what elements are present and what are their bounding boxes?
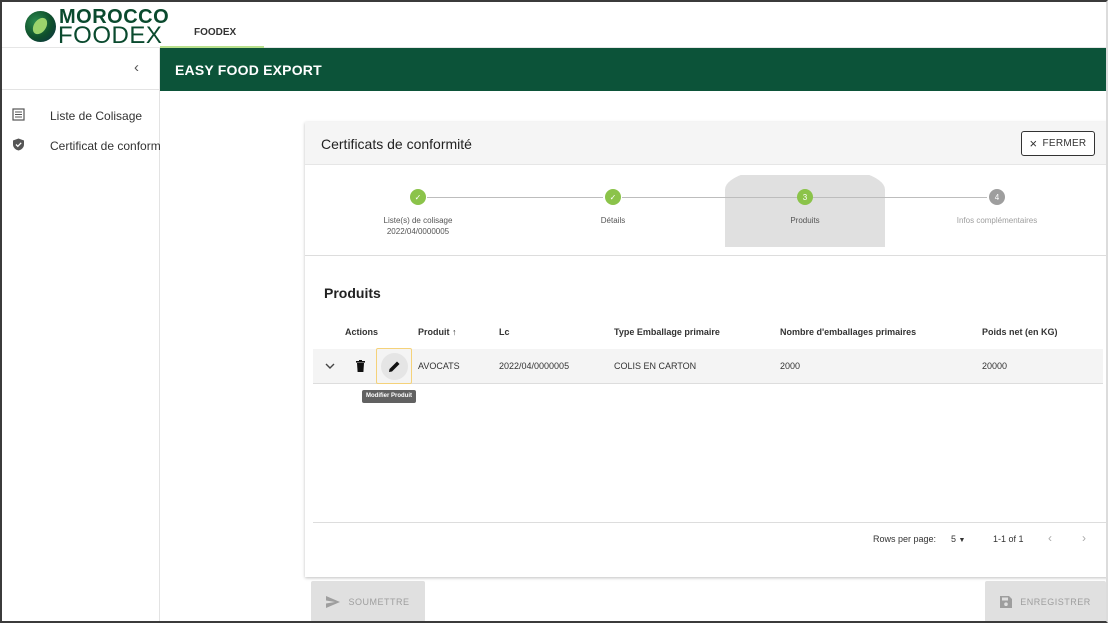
cell-produit: AVOCATS bbox=[418, 361, 460, 371]
next-page-icon[interactable]: › bbox=[1082, 531, 1086, 545]
modifier-produit-tooltip: Modifier Produit bbox=[362, 390, 416, 403]
stepper: ✓ Liste(s) de colisage 2022/04/0000005 ✓… bbox=[305, 175, 1108, 256]
card-title: Certificats de conformité bbox=[321, 136, 472, 152]
sidebar-collapse-button[interactable]: ‹ bbox=[0, 48, 160, 90]
cell-type: COLIS EN CARTON bbox=[614, 361, 697, 371]
card-header: Certificats de conformité × FERMER bbox=[305, 122, 1108, 165]
shield-check-icon bbox=[13, 138, 24, 151]
step-number-3: 3 bbox=[797, 189, 813, 205]
logo-emblem-icon bbox=[25, 11, 56, 42]
app-header-banner: EASY FOOD EXPORT bbox=[160, 48, 1108, 91]
step-label: Produits bbox=[790, 216, 820, 225]
pagination-range: 1-1 of 1 bbox=[993, 534, 1024, 544]
col-actions: Actions bbox=[345, 327, 379, 337]
rows-per-page-value: 5 bbox=[951, 534, 957, 544]
step-liste-colisage[interactable]: ✓ Liste(s) de colisage 2022/04/0000005 bbox=[343, 189, 493, 237]
col-lc[interactable]: Lc bbox=[499, 327, 510, 337]
chevron-left-icon: ‹ bbox=[134, 59, 139, 76]
fermer-label: FERMER bbox=[1042, 138, 1087, 149]
step-label: Détails bbox=[600, 216, 626, 225]
save-icon bbox=[1000, 595, 1013, 608]
enregistrer-button[interactable]: ENREGISTRER bbox=[985, 581, 1106, 622]
morocco-foodex-logo[interactable]: MOROCCO FOODEX bbox=[25, 6, 175, 49]
sidebar-item-label: Certificat de conformité bbox=[50, 139, 160, 153]
col-type-emballage[interactable]: Type Emballage primaire bbox=[614, 327, 720, 337]
cell-nombre: 2000 bbox=[780, 361, 801, 371]
rows-per-page-select[interactable]: 5 ▼ bbox=[951, 534, 965, 544]
send-icon bbox=[326, 595, 341, 608]
pencil-icon bbox=[389, 361, 400, 372]
step-sublabel: 2022/04/0000005 bbox=[386, 227, 450, 236]
soumettre-label: SOUMETTRE bbox=[348, 596, 410, 607]
close-icon: × bbox=[1029, 136, 1038, 151]
logo-line-2: FOODEX bbox=[58, 22, 163, 49]
caret-down-icon: ▼ bbox=[958, 537, 966, 544]
check-icon: ✓ bbox=[410, 189, 426, 205]
app-title: EASY FOOD EXPORT bbox=[175, 62, 322, 78]
col-nombre-emballages[interactable]: Nombre d'emballages primaires bbox=[780, 327, 916, 337]
col-poids-net[interactable]: Poids net (en KG) bbox=[982, 327, 1058, 337]
cell-poids: 20000 bbox=[982, 361, 1008, 371]
trash-icon[interactable] bbox=[356, 360, 365, 372]
table-footer-divider bbox=[313, 522, 1108, 523]
rows-per-page-label: Rows per page: bbox=[873, 534, 937, 544]
soumettre-button[interactable]: SOUMETTRE bbox=[311, 581, 425, 622]
list-icon bbox=[12, 108, 25, 121]
modifier-produit-button[interactable] bbox=[376, 348, 412, 384]
cell-lc: 2022/04/0000005 bbox=[499, 361, 570, 371]
tab-foodex[interactable]: FOODEX bbox=[160, 0, 264, 48]
step-produits[interactable]: 3 Produits bbox=[730, 189, 880, 226]
step-label: Infos complémentaires bbox=[956, 216, 1038, 225]
sidebar: ‹ Liste de Colisage Certificat de confor… bbox=[0, 48, 160, 623]
table-row[interactable]: AVOCATS 2022/04/0000005 COLIS EN CARTON … bbox=[313, 348, 1103, 384]
sidebar-item-liste-colisage[interactable]: Liste de Colisage bbox=[0, 102, 160, 130]
check-icon: ✓ bbox=[605, 189, 621, 205]
certificats-card: Certificats de conformité × FERMER ✓ Lis… bbox=[305, 122, 1108, 577]
fermer-button[interactable]: × FERMER bbox=[1021, 131, 1095, 156]
step-infos-complementaires[interactable]: 4 Infos complémentaires bbox=[922, 189, 1072, 226]
sidebar-item-certificat[interactable]: Certificat de conformité bbox=[0, 132, 160, 160]
table-header: Actions Produit ↑ Lc Type Emballage prim… bbox=[313, 318, 1108, 348]
step-label: Liste(s) de colisage bbox=[383, 216, 453, 225]
sidebar-item-label: Liste de Colisage bbox=[50, 109, 143, 123]
step-number-4: 4 bbox=[989, 189, 1005, 205]
chevron-down-icon[interactable] bbox=[325, 362, 335, 370]
top-bar: MOROCCO FOODEX FOODEX bbox=[0, 0, 1108, 49]
previous-page-icon[interactable]: ‹ bbox=[1048, 531, 1052, 545]
col-produit[interactable]: Produit ↑ bbox=[418, 327, 457, 337]
enregistrer-label: ENREGISTRER bbox=[1020, 596, 1091, 607]
step-details[interactable]: ✓ Détails bbox=[538, 189, 688, 226]
produits-title: Produits bbox=[324, 285, 381, 301]
